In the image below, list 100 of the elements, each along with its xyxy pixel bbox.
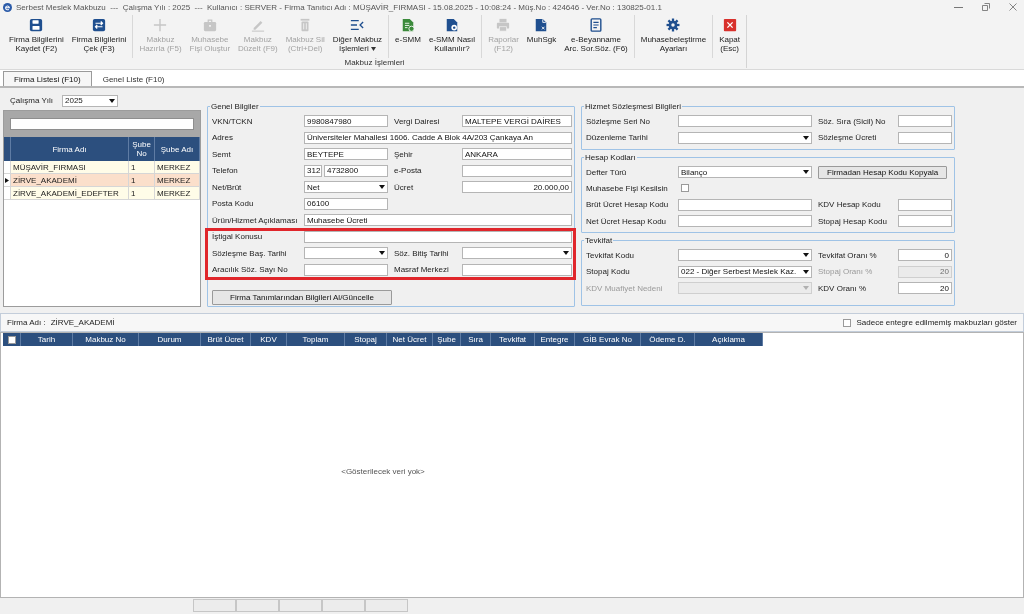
phone-number-field[interactable]: 4732800	[324, 164, 388, 177]
caret-down-icon	[379, 185, 385, 189]
restore-icon[interactable]	[982, 3, 990, 11]
text-field[interactable]	[678, 198, 812, 211]
tab[interactable]: Firma Listesi (F10)	[3, 71, 92, 86]
field-label: Aracılık Söz. Sayı No	[212, 265, 288, 274]
table-cell: 1	[129, 174, 155, 186]
dropdown-field[interactable]: Net	[304, 181, 388, 193]
text-field[interactable]: MALTEPE VERGİ DAİRES	[462, 115, 572, 127]
toolbar-button[interactable]: MuhSgk	[522, 15, 561, 58]
table-row[interactable]: ZİRVE_AKADEMİ 1 MERKEZ	[4, 174, 200, 187]
document-icon	[534, 18, 549, 32]
text-field[interactable]	[898, 131, 952, 144]
number-field[interactable]: 20	[898, 282, 952, 294]
text-field[interactable]: ANKARA	[462, 148, 572, 160]
column-header[interactable]: Şube No	[129, 137, 155, 161]
text-field[interactable]	[304, 263, 388, 276]
table-cell: 1	[129, 187, 155, 199]
toolbar-button[interactable]: Firma Bilgilerini Kaydet (F2)	[5, 15, 68, 58]
empty-message: <Gösterilecek veri yok>	[341, 467, 425, 476]
column-header[interactable]: Durum	[139, 333, 201, 346]
column-header[interactable]: Toplam	[287, 333, 345, 346]
field-label: Söz. Bitiş Tarihi	[394, 248, 449, 258]
close-icon[interactable]	[1009, 3, 1017, 11]
text-field[interactable]	[462, 263, 572, 276]
field-label: Sözleşme Baş. Tarihi	[212, 248, 287, 258]
column-header[interactable]: Entegre	[535, 333, 575, 346]
text-field[interactable]	[678, 215, 812, 227]
text-field[interactable]: BEYTEPE	[304, 148, 388, 160]
table-cell: MERKEZ	[155, 174, 200, 186]
field-label: Tevkifat Kodu	[586, 250, 635, 260]
group-title: Tevkifat	[584, 236, 614, 245]
column-header[interactable]: Şube	[433, 333, 461, 346]
field-label: İştigal Konusu	[212, 232, 263, 241]
column-header[interactable]: Brüt Ücret	[201, 333, 251, 346]
number-field[interactable]: 20.000,00	[462, 181, 572, 193]
text-field[interactable]	[304, 230, 572, 243]
field-label: Sözleşme Seri No	[586, 116, 651, 126]
filter-checkbox[interactable]	[843, 318, 852, 327]
window-title: Serbest Meslek Makbuzu --- Çalışma Yılı : 2025 --- Kullanıcı : SERVER - Firma Tanıtıcı Adı : MÜŞAVİR_FIRMASI - 15.08.2025 - 10:08:24 - Müş.No : 424646 - Ver.No : 130825-01.1	[16, 2, 663, 12]
update-button[interactable]: Firma Tanımlarından Bilgileri Al/Güncelle	[212, 289, 392, 305]
toolbar-button[interactable]: Firma Bilgilerini Çek (F3)	[67, 15, 131, 58]
column-header[interactable]: Sıra	[461, 333, 491, 346]
dropdown-field[interactable]: 022 - Diğer Serbest Meslek Kaz.	[678, 265, 812, 278]
column-header[interactable]: Firma Adı	[11, 137, 129, 161]
column-header[interactable]: Stopaj	[345, 333, 387, 346]
caret-down-icon	[109, 98, 115, 103]
select-all-checkbox[interactable]	[7, 335, 16, 344]
toolbar-button[interactable]: e-SMM Nasıl Kullanılır?	[424, 15, 480, 58]
minimize-icon[interactable]	[954, 6, 963, 8]
checkbox-label[interactable]: Sadece entegre edilmemiş makbuzları göster	[856, 318, 1017, 327]
group-label: Makbuz İşlemleri	[344, 58, 405, 67]
column-header[interactable]: Tarih	[21, 333, 73, 346]
text-field[interactable]: Üniversiteler Mahallesi 1606. Cadde A Blok 4A/203 Çankaya An	[304, 131, 572, 144]
dropdown-field[interactable]	[462, 247, 572, 259]
text-field[interactable]: 06100	[304, 197, 388, 210]
document-icon	[401, 18, 415, 32]
printer-icon	[496, 18, 511, 32]
toolbar-button[interactable]: e-SMM	[391, 15, 425, 58]
toolbar-button[interactable]: Kapat (Esc)	[715, 15, 745, 58]
firm-name: ZİRVE_AKADEMİ	[50, 318, 115, 327]
number-field[interactable]: 0	[898, 249, 952, 261]
text-field[interactable]: 9980847980	[304, 115, 388, 127]
column-header[interactable]: KDV	[251, 333, 287, 346]
column-header[interactable]: Açıklama	[695, 333, 763, 346]
column-header[interactable]: Tevkifat	[491, 333, 535, 346]
table-row[interactable]: MÜŞAVİR_FIRMASI 1 MERKEZ	[4, 161, 200, 174]
text-field[interactable]	[678, 115, 812, 127]
tab[interactable]: Genel Liste (F10)	[91, 71, 176, 86]
text-field[interactable]: Muhasebe Ücreti	[304, 214, 572, 226]
field-label: Sözleşme Ücreti	[818, 133, 877, 142]
plus-icon	[153, 18, 168, 32]
column-header[interactable]: Ödeme D.	[641, 333, 695, 346]
dropdown-field[interactable]	[678, 131, 812, 144]
text-field[interactable]	[462, 164, 572, 177]
text-field[interactable]	[898, 115, 952, 127]
caret-down-icon	[803, 135, 809, 140]
table-row[interactable]: ZİRVE_AKADEMİ_EDEFTER 1 MERKEZ	[4, 187, 200, 200]
field-label: Adres	[212, 133, 233, 142]
text-field[interactable]	[898, 198, 952, 211]
dropdown-field[interactable]	[678, 249, 812, 261]
copy-button[interactable]: Firmadan Hesap Kodu Kopyala	[818, 165, 948, 179]
field-label: Brüt Ücret Hesap Kodu	[586, 200, 669, 209]
checkbox[interactable]	[681, 184, 689, 192]
column-header[interactable]: Net Ücret	[387, 333, 433, 346]
column-header[interactable]: Makbuz No	[73, 333, 139, 346]
text-field[interactable]	[898, 215, 952, 227]
search-field[interactable]	[10, 118, 194, 130]
table-cell: MÜŞAVİR_FIRMASI	[11, 161, 129, 173]
dropdown-field[interactable]	[304, 247, 388, 259]
field-label: Vergi Dairesi	[394, 116, 440, 126]
column-header[interactable]: GİB Evrak No	[575, 333, 641, 346]
area-code-field[interactable]: 312	[304, 164, 322, 177]
table-cell: ZİRVE_AKADEMİ	[11, 174, 129, 186]
year-dropdown[interactable]: 2025	[62, 94, 118, 107]
dropdown-field[interactable]: Bilanço	[678, 166, 812, 178]
toolbar-button[interactable]: e-Beyanname Arc. Sor.Söz. (F6)	[560, 15, 632, 58]
toolbar-button[interactable]: Diğer Makbuz İşlemleri	[328, 15, 387, 58]
column-header[interactable]: Şube Adı	[155, 137, 200, 161]
toolbar-button[interactable]: Muhasebeleştirme Ayarları	[636, 15, 711, 58]
